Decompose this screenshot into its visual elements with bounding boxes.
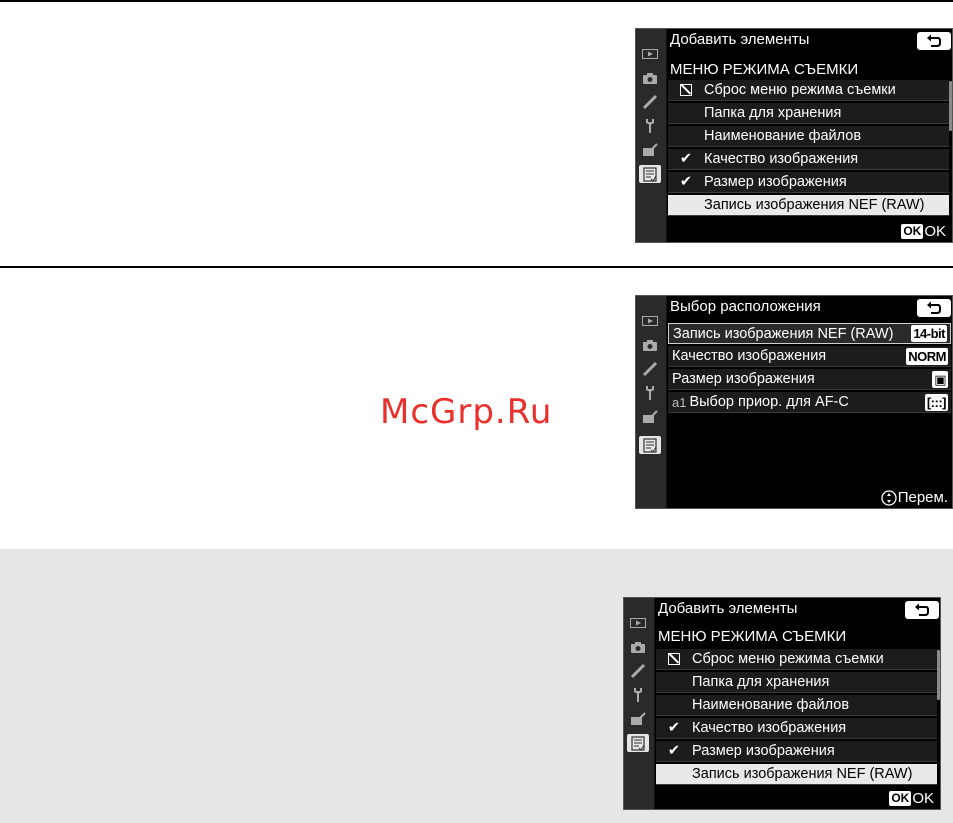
menu-item-label: Папка для хранения xyxy=(704,105,842,121)
reset-icon xyxy=(668,84,704,96)
watermark: McGrp.Ru xyxy=(380,392,553,432)
return-icon xyxy=(927,301,941,314)
wrench-tab-icon[interactable] xyxy=(627,686,649,704)
menu-item-list: Сброс меню режима съемки Папка для хране… xyxy=(668,80,949,218)
menu-item-label: Размер изображения xyxy=(672,371,815,387)
menu-subtitle: МЕНЮ РЕЖИМА СЪЕМКИ xyxy=(658,628,847,645)
retouch-tab-icon[interactable] xyxy=(639,408,661,426)
menu-item-label: Папка для хранения xyxy=(692,674,830,690)
menu-item-label: Размер изображения xyxy=(704,174,847,190)
menu-item-list: Сброс меню режима съемки Папка для хране… xyxy=(656,649,937,787)
back-button[interactable] xyxy=(917,32,951,50)
menu-item-nef-raw-recording[interactable]: Запись изображения NEF (RAW) xyxy=(668,195,949,216)
screen-title: Добавить элементы xyxy=(670,31,810,48)
return-icon xyxy=(927,34,941,47)
pencil-tab-icon[interactable] xyxy=(639,360,661,378)
scrollbar[interactable] xyxy=(937,650,940,700)
bit-depth-value: 14-bit xyxy=(911,325,947,342)
check-icon: ✔ xyxy=(667,743,681,759)
camera-tab-icon[interactable] xyxy=(639,336,661,354)
wrench-tab-icon[interactable] xyxy=(639,117,661,135)
menu-item-label: Сброс меню режима съемки xyxy=(692,651,884,667)
camera-screen-choose-position: Выбор расположения Запись изображения NE… xyxy=(635,295,953,509)
ok-label: OK xyxy=(924,223,946,240)
ok-label: OK xyxy=(912,790,934,807)
reset-icon xyxy=(656,653,692,665)
camera-screen-add-items: Добавить элементы МЕНЮ РЕЖИМА СЪЕМКИ Сбр… xyxy=(635,28,953,243)
check-icon: ✔ xyxy=(667,720,681,736)
custom-setting-code: a1 xyxy=(672,394,687,410)
menu-item-image-quality[interactable]: ✔ Качество изображения xyxy=(668,149,949,170)
playback-tab-icon[interactable] xyxy=(639,312,661,330)
menu-item-file-naming[interactable]: Наименование файлов xyxy=(656,695,937,716)
ok-key-icon: OK xyxy=(901,224,924,239)
menu-item-label: Наименование файлов xyxy=(692,697,850,713)
menu-item-label: Наименование файлов xyxy=(704,128,862,144)
image-size-icon: ▣ xyxy=(932,370,948,388)
back-button[interactable] xyxy=(917,299,951,317)
screen-title: Выбор расположения xyxy=(670,298,821,315)
menu-item-label: Выбор приор. для AF-C xyxy=(689,394,849,410)
menu-tab-sidebar xyxy=(624,598,655,809)
my-menu-item-image-size[interactable]: Размер изображения ▣ xyxy=(668,369,951,390)
my-menu-tab-icon[interactable] xyxy=(639,165,661,183)
my-menu-tab-icon[interactable] xyxy=(627,734,649,752)
top-divider xyxy=(0,0,953,2)
ok-button[interactable]: OK OK xyxy=(901,223,946,240)
menu-tab-sidebar xyxy=(636,29,667,242)
screen-title: Добавить элементы xyxy=(658,600,798,617)
af-c-priority-icon: [:::] xyxy=(924,393,948,411)
return-icon xyxy=(915,603,929,616)
camera-tab-icon[interactable] xyxy=(639,69,661,87)
wrench-tab-icon[interactable] xyxy=(639,384,661,402)
my-menu-item-nef-raw-recording[interactable]: Запись изображения NEF (RAW) 14-bit xyxy=(668,323,951,344)
menu-subtitle: МЕНЮ РЕЖИМА СЪЕМКИ xyxy=(670,61,859,78)
camera-tab-icon[interactable] xyxy=(627,638,649,656)
my-menu-item-af-c-priority[interactable]: a1 Выбор приор. для AF-C [:::] xyxy=(668,392,951,413)
menu-item-label: Запись изображения NEF (RAW) xyxy=(673,325,894,342)
retouch-tab-icon[interactable] xyxy=(639,141,661,159)
menu-item-image-size[interactable]: ✔ Размер изображения xyxy=(668,172,949,193)
menu-tab-sidebar xyxy=(636,296,667,508)
my-menu-item-image-quality[interactable]: Качество изображения NORM xyxy=(668,346,951,367)
scrollbar[interactable] xyxy=(949,81,952,131)
menu-item-nef-raw-recording[interactable]: Запись изображения NEF (RAW) xyxy=(656,764,937,785)
menu-item-label: Качество изображения xyxy=(672,348,827,364)
pencil-tab-icon[interactable] xyxy=(627,662,649,680)
multi-selector-icon xyxy=(881,489,897,506)
retouch-tab-icon[interactable] xyxy=(627,710,649,728)
menu-item-file-naming[interactable]: Наименование файлов xyxy=(668,126,949,147)
menu-item-reset[interactable]: Сброс меню режима съемки xyxy=(668,80,949,101)
playback-tab-icon[interactable] xyxy=(639,45,661,63)
check-icon: ✔ xyxy=(679,174,693,190)
menu-item-label: Качество изображения xyxy=(692,720,847,736)
menu-item-reset[interactable]: Сброс меню режима съемки xyxy=(656,649,937,670)
menu-item-label: Качество изображения xyxy=(704,151,859,167)
quality-value: NORM xyxy=(906,347,948,365)
my-menu-item-list: Запись изображения NEF (RAW) 14-bit Каче… xyxy=(668,323,951,415)
my-menu-tab-icon[interactable] xyxy=(639,436,661,454)
move-label: Перем. xyxy=(897,489,948,506)
check-icon: ✔ xyxy=(679,151,693,167)
playback-tab-icon[interactable] xyxy=(627,614,649,632)
move-hint: Перем. xyxy=(881,489,948,506)
menu-item-image-quality[interactable]: ✔ Качество изображения xyxy=(656,718,937,739)
pencil-tab-icon[interactable] xyxy=(639,93,661,111)
ok-button[interactable]: OK OK xyxy=(889,790,934,807)
camera-screen-add-items-2: Добавить элементы МЕНЮ РЕЖИМА СЪЕМКИ Сбр… xyxy=(623,597,941,810)
menu-item-storage-folder[interactable]: Папка для хранения xyxy=(656,672,937,693)
menu-item-label: Запись изображения NEF (RAW) xyxy=(692,766,913,782)
menu-item-image-size[interactable]: ✔ Размер изображения xyxy=(656,741,937,762)
menu-item-label: Сброс меню режима съемки xyxy=(704,82,896,98)
menu-item-label: Размер изображения xyxy=(692,743,835,759)
ok-key-icon: OK xyxy=(889,791,912,806)
menu-item-storage-folder[interactable]: Папка для хранения xyxy=(668,103,949,124)
back-button[interactable] xyxy=(905,601,939,619)
middle-divider xyxy=(0,266,953,268)
menu-item-label: Запись изображения NEF (RAW) xyxy=(704,197,925,213)
